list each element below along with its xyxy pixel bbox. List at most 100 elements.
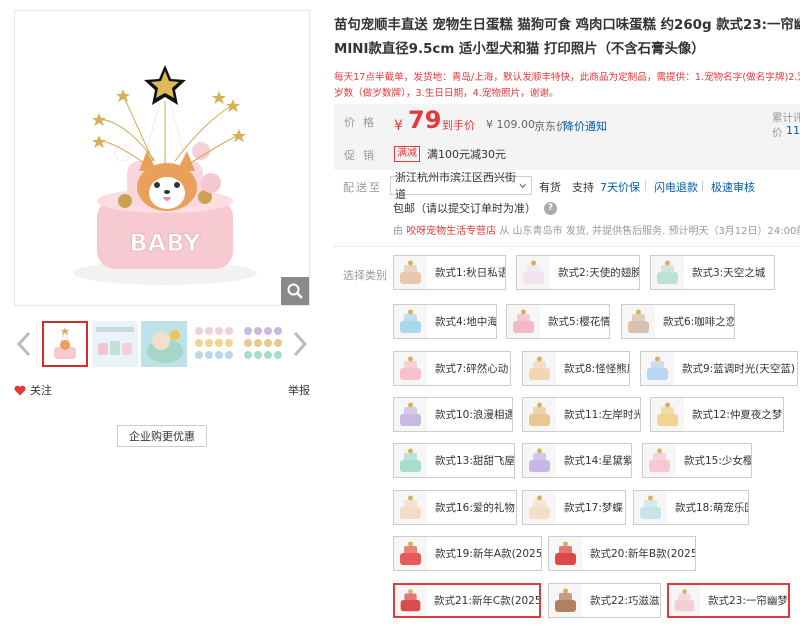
option-style-4[interactable]: 款式4:地中海 — [393, 304, 497, 339]
option-thumb-4 — [394, 305, 427, 338]
option-thumb-17 — [523, 491, 556, 524]
option-style-12[interactable]: 款式12:仲夏夜之梦 — [650, 397, 784, 432]
option-label: 款式11:左岸时光 — [564, 409, 641, 421]
option-thumb-21 — [395, 585, 426, 616]
option-style-7[interactable]: 款式7:砰然心动 — [393, 351, 511, 386]
thumbnail-5[interactable] — [240, 321, 286, 367]
service-fast-review[interactable]: 极速审核 — [711, 179, 755, 195]
option-thumb-20 — [549, 537, 582, 570]
question-icon[interactable]: ? — [544, 201, 557, 215]
option-style-9[interactable]: 款式9:蓝调时光(天空蓝) — [640, 351, 798, 386]
corporate-purchase-button[interactable]: 企业购更优惠 — [117, 425, 207, 447]
service-fast-refund[interactable]: 闪电退款 — [654, 179, 698, 195]
promo-tag: 满减 — [394, 146, 420, 162]
option-label: 款式7:砰然心动 — [435, 363, 509, 375]
option-style-8[interactable]: 款式8:怪怪熊屋 — [522, 351, 630, 386]
thumb-grid2-icon — [240, 321, 286, 367]
service-price-protect[interactable]: 7天价保 — [600, 179, 640, 195]
option-thumb-9 — [641, 352, 674, 385]
option-label: 款式21:新年C款(2025) — [434, 595, 541, 607]
option-label: 款式17:梦蝶 — [564, 502, 623, 514]
option-style-22[interactable]: 款式22:巧滋滋 — [548, 583, 661, 618]
price-drop-notify-link[interactable]: 降价通知 — [563, 118, 607, 134]
final-price-tip: 到手价 — [442, 119, 475, 132]
option-thumb-18 — [634, 491, 667, 524]
option-label: 款式13:甜甜飞屋 — [435, 455, 515, 467]
option-thumb-10 — [394, 398, 427, 431]
option-style-18[interactable]: 款式18:萌宠乐园 — [633, 490, 749, 525]
option-label: 款式23:一帘幽梦 — [708, 595, 788, 607]
option-label: 款式1:秋日私语 — [435, 267, 506, 279]
option-style-19[interactable]: 款式19:新年A款(2025) — [393, 536, 542, 571]
service-divider — [702, 181, 703, 191]
option-thumb-13 — [394, 444, 427, 477]
option-label: 款式8:怪怪熊屋 — [564, 363, 630, 375]
option-style-10[interactable]: 款式10:浪漫相遇 — [393, 397, 513, 432]
option-label: 款式5:樱花情 — [548, 316, 610, 328]
stock-status: 有货 — [539, 181, 561, 194]
option-label: 款式9:蓝调时光(天空蓝) — [682, 363, 795, 375]
follow-button[interactable]: 关注 — [14, 382, 52, 398]
option-style-14[interactable]: 款式14:星黛紫 — [522, 443, 632, 478]
heart-icon — [14, 385, 26, 395]
thumb-next-button[interactable] — [290, 330, 310, 358]
price-label: 价格 — [344, 116, 382, 129]
option-label: 款式10:浪漫相遇 — [435, 409, 513, 421]
follow-label: 关注 — [30, 384, 52, 397]
free-shipping-text: 包邮（请以提交订单时为准） — [393, 202, 536, 215]
product-page: BABY 关注 举报 企业购更优惠 苗句宠顺丰直送 宠物生日蛋糕 猫狗可食 鸡肉… — [0, 0, 800, 627]
option-label: 款式16:爱的礼物 — [435, 502, 515, 514]
option-thumb-8 — [523, 352, 556, 385]
option-thumb-5 — [507, 305, 540, 338]
thumb-closeup-icon — [141, 321, 187, 367]
option-style-16[interactable]: 款式16:爱的礼物 — [393, 490, 517, 525]
thumbnail-2[interactable] — [92, 321, 138, 367]
option-style-3[interactable]: 款式3:天空之城 — [650, 255, 775, 290]
thumb-prev-button[interactable] — [14, 330, 34, 358]
review-count[interactable]: 11 — [786, 124, 800, 137]
option-style-21[interactable]: 款式21:新年C款(2025) — [393, 583, 541, 618]
option-label: 款式15:少女樱 — [684, 455, 752, 467]
store-link[interactable]: 咬呀宠物生活专营店 — [406, 226, 496, 237]
option-label: 款式3:天空之城 — [692, 267, 766, 279]
chevron-down-icon — [519, 183, 527, 188]
zoom-button[interactable] — [281, 277, 309, 305]
thumbnail-1[interactable] — [42, 321, 88, 367]
title-line-2: MINI款直径9.5cm 适小型犬和猫 打印照片（不含石膏头像） — [334, 42, 705, 57]
option-style-1[interactable]: 款式1:秋日私语 — [393, 255, 506, 290]
select-category-label: 选择类别 — [343, 269, 387, 282]
option-style-6[interactable]: 款式6:咖啡之恋 — [621, 304, 735, 339]
report-link[interactable]: 举报 — [288, 382, 310, 398]
option-thumb-11 — [523, 398, 556, 431]
thumb-grid-icon — [191, 321, 237, 367]
chevron-right-icon — [293, 331, 308, 357]
option-label: 款式19:新年A款(2025) — [435, 548, 542, 560]
thumbnail-3[interactable] — [141, 321, 187, 367]
option-style-17[interactable]: 款式17:梦蝶 — [522, 490, 626, 525]
product-title: 苗句宠顺丰直送 宠物生日蛋糕 猫狗可食 鸡肉口味蛋糕 约260g 款式23:一帘… — [334, 14, 800, 62]
chevron-left-icon — [16, 331, 31, 357]
thumbnail-4[interactable] — [191, 321, 237, 367]
option-label: 款式20:新年B款(2025) — [590, 548, 696, 560]
main-product-image[interactable]: BABY — [14, 10, 310, 306]
address-value: 浙江杭州市滨江区西兴街道 — [395, 170, 516, 201]
option-style-20[interactable]: 款式20:新年B款(2025) — [548, 536, 696, 571]
option-style-2[interactable]: 款式2:天使的翅膀 — [516, 255, 640, 290]
seller-prefix: 由 — [393, 226, 403, 237]
seller-suffix: 从 山东青岛市 发货, 并提供售后服务. 预计明天（3月12日）24:00前发货 — [499, 226, 800, 237]
option-style-13[interactable]: 款式13:甜甜飞屋 — [393, 443, 515, 478]
option-style-15[interactable]: 款式15:少女樱 — [642, 443, 752, 478]
notice-line-2: 岁数（做岁数牌），3.生日日期，4.宠物照片，谢谢。 — [334, 88, 559, 99]
address-selector[interactable]: 浙江杭州市滨江区西兴街道 — [390, 171, 532, 201]
option-thumb-19 — [394, 537, 427, 570]
option-style-5[interactable]: 款式5:樱花情 — [506, 304, 610, 339]
thumb-sizes-icon — [92, 321, 138, 367]
final-price: 79 — [408, 106, 442, 134]
option-thumb-7 — [394, 352, 427, 385]
option-style-11[interactable]: 款式11:左岸时光 — [522, 397, 641, 432]
option-label: 款式2:天使的翅膀 — [558, 267, 640, 279]
service-divider — [645, 181, 646, 191]
search-icon — [287, 283, 303, 299]
option-style-23[interactable]: 款式23:一帘幽梦 — [667, 583, 790, 618]
option-thumb-2 — [517, 256, 550, 289]
